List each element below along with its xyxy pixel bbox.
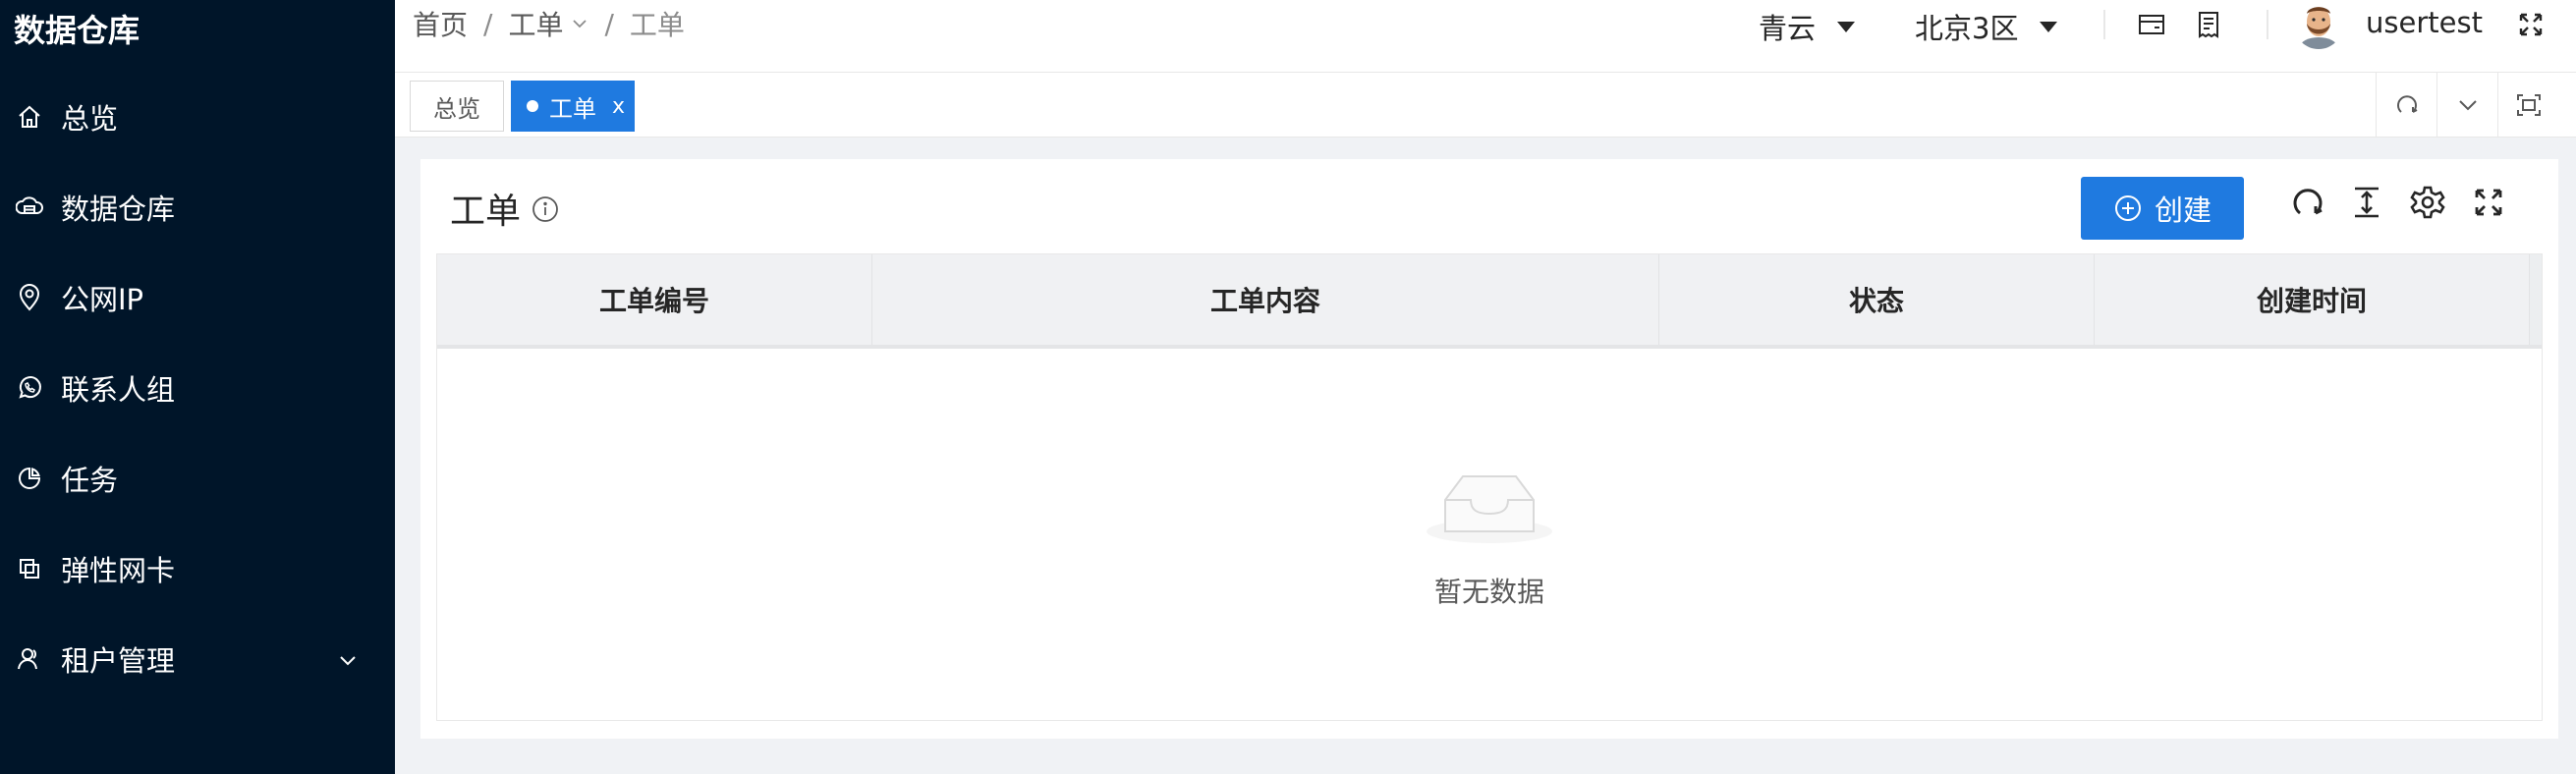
settings-gear-icon[interactable] — [2408, 183, 2447, 222]
sidebar-item-label: 租户管理 — [61, 644, 176, 678]
header-divider — [2267, 10, 2268, 39]
fullscreen-icon[interactable] — [2514, 8, 2548, 41]
sidebar-item-data-warehouse[interactable]: 数据仓库 — [0, 173, 395, 242]
refresh-tab-button[interactable] — [2376, 73, 2436, 138]
region-value: 北京3区 — [1915, 12, 2019, 45]
provider-select[interactable]: 青云 — [1759, 6, 1856, 47]
cloud-storage-icon — [16, 194, 43, 221]
tab-close-button[interactable]: x — [612, 94, 625, 119]
sidebar-item-contact-groups[interactable]: 联系人组 — [0, 354, 395, 422]
caret-down-icon — [2040, 21, 2058, 32]
table-header: 工单编号 工单内容 状态 创建时间 — [437, 254, 2542, 349]
sidebar-item-overview[interactable]: 总览 — [0, 83, 395, 151]
chevron-down-icon[interactable] — [571, 15, 588, 32]
create-label: 创建 — [2154, 194, 2212, 227]
empty-inbox-icon — [1427, 475, 1552, 543]
sidebar-item-elastic-nic[interactable]: 弹性网卡 — [0, 534, 395, 603]
maximize-tab-button[interactable] — [2497, 73, 2558, 138]
sidebar: 数据仓库 总览 数据仓库 公网IP 联系人组 任务 弹性网卡 租户管理 — [0, 0, 395, 774]
content-card: 工单 创建 工单编号 工单内容 状态 创建时间 暂无数据 — [420, 159, 2558, 739]
page-title: 工单 — [450, 192, 522, 232]
caret-down-icon — [1837, 21, 1856, 32]
sidebar-item-public-ip[interactable]: 公网IP — [0, 263, 395, 332]
breadcrumb-separator: / — [604, 7, 614, 40]
breadcrumb-current: 工单 — [629, 9, 685, 41]
phone-chat-icon — [16, 374, 43, 402]
copy-network-card-icon — [16, 555, 43, 582]
sidebar-item-label: 公网IP — [61, 283, 144, 316]
provider-value: 青云 — [1759, 12, 1817, 45]
sidebar-item-label: 联系人组 — [61, 373, 176, 407]
plus-circle-icon — [2114, 195, 2141, 221]
empty-text: 暂无数据 — [1433, 576, 1544, 608]
create-button[interactable]: 创建 — [2081, 177, 2244, 240]
column-header-created-time[interactable]: 创建时间 — [2095, 254, 2530, 345]
username[interactable]: usertest — [2366, 6, 2483, 39]
reload-icon — [2396, 95, 2417, 113]
chevron-down-icon — [2458, 100, 2477, 111]
breadcrumb-ticket[interactable]: 工单 — [508, 4, 563, 43]
tab-ticket[interactable]: 工单 x — [511, 81, 635, 132]
ticket-table: 工单编号 工单内容 状态 创建时间 暂无数据 — [436, 253, 2543, 721]
sidebar-item-tenant-management[interactable]: 租户管理 — [0, 625, 395, 693]
sidebar-item-label: 总览 — [61, 102, 119, 136]
scrollbar-gutter — [2530, 254, 2542, 345]
location-pin-icon — [16, 284, 43, 311]
top-header: 首页 / 工单 / 工单 青云 北京3区 usertest — [395, 0, 2576, 73]
tab-label: 总览 — [433, 94, 480, 123]
avatar[interactable] — [2294, 0, 2343, 49]
breadcrumb-separator: / — [483, 7, 493, 40]
column-header-status[interactable]: 状态 — [1659, 254, 2095, 345]
document-icon[interactable] — [2192, 8, 2225, 41]
tab-label: 工单 — [549, 94, 596, 123]
column-height-icon[interactable] — [2347, 183, 2386, 222]
wallet-icon[interactable] — [2135, 8, 2168, 41]
sidebar-item-label: 弹性网卡 — [61, 554, 176, 587]
pie-chart-icon — [16, 465, 43, 492]
user-icon — [16, 645, 43, 673]
active-dot-icon — [527, 100, 538, 112]
tabs-bar: 总览 工单 x — [395, 73, 2576, 138]
sidebar-item-label: 数据仓库 — [61, 193, 176, 226]
expand-frame-icon — [2516, 94, 2541, 116]
tabs-dropdown-button[interactable] — [2436, 73, 2497, 138]
reload-icon[interactable] — [2288, 183, 2327, 222]
region-select[interactable]: 北京3区 — [1915, 6, 2058, 47]
fullscreen-icon[interactable] — [2469, 183, 2508, 222]
empty-state: 暂无数据 — [437, 349, 2542, 720]
column-header-ticket-id[interactable]: 工单编号 — [437, 254, 872, 345]
column-header-ticket-content[interactable]: 工单内容 — [872, 254, 1659, 345]
home-icon — [16, 103, 43, 131]
header-divider — [2103, 10, 2105, 39]
breadcrumb-home[interactable]: 首页 — [413, 4, 468, 43]
breadcrumb: 首页 / 工单 / 工单 — [413, 4, 685, 43]
info-icon[interactable] — [531, 194, 560, 224]
app-brand: 数据仓库 — [14, 12, 140, 49]
tab-overview[interactable]: 总览 — [410, 81, 504, 132]
sidebar-item-label: 任务 — [61, 464, 119, 497]
chevron-down-icon[interactable] — [338, 650, 358, 670]
sidebar-item-tasks[interactable]: 任务 — [0, 444, 395, 513]
